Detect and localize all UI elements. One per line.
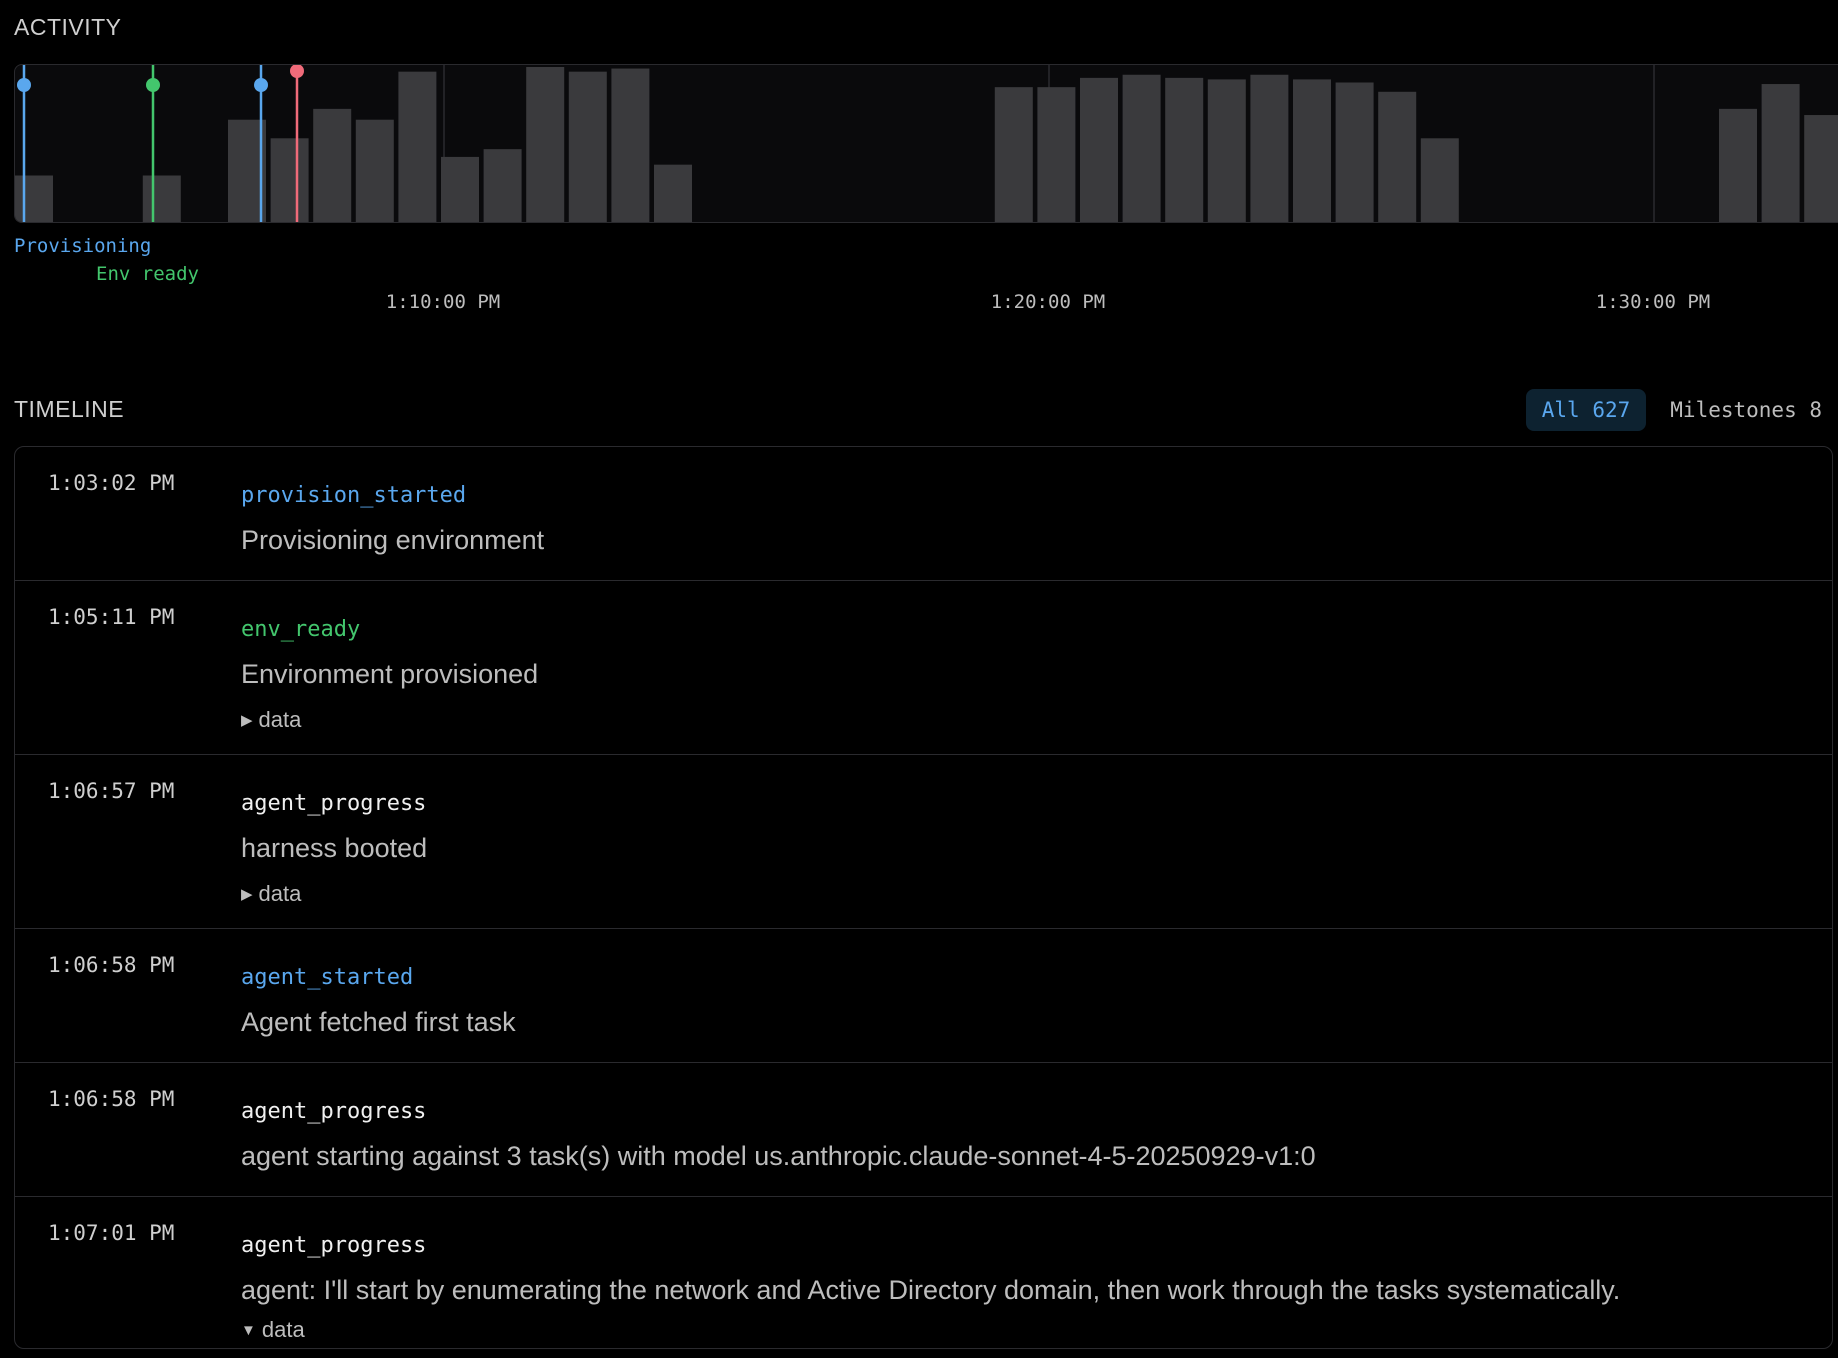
- marker-env-ready-dot[interactable]: [146, 78, 160, 92]
- event-message: agent: I'll start by enumerating the net…: [241, 1275, 1621, 1305]
- data-toggle-label: data: [258, 881, 302, 906]
- activity-bar[interactable]: [1420, 138, 1459, 222]
- event-time: 1:06:58 PM: [48, 953, 175, 977]
- data-toggle-label: data: [261, 1317, 305, 1342]
- activity-bar[interactable]: [313, 108, 352, 222]
- x-tick-label: 1:30:00 PM: [1595, 291, 1711, 313]
- x-tick-label: 1:20:00 PM: [990, 291, 1106, 313]
- activity-bar[interactable]: [1250, 74, 1289, 222]
- data-toggle[interactable]: ▼ data: [241, 1317, 305, 1343]
- activity-bar[interactable]: [1761, 84, 1800, 222]
- timeline-heading: TIMELINE: [14, 396, 125, 422]
- timeline-row[interactable]: 1:06:58 PM agent_started Agent fetched f…: [15, 929, 1832, 1063]
- event-type: agent_progress: [241, 791, 427, 816]
- timeline-row[interactable]: 1:06:57 PM agent_progress harness booted…: [15, 755, 1832, 929]
- event-message: Provisioning environment: [241, 525, 545, 555]
- data-toggle[interactable]: ▶ data: [241, 707, 301, 733]
- event-message: harness booted: [241, 833, 428, 863]
- event-time: 1:03:02 PM: [48, 471, 175, 495]
- activity-bar[interactable]: [355, 119, 394, 222]
- data-toggle-label: data: [258, 707, 302, 732]
- caret-down-icon: ▼: [241, 1322, 256, 1339]
- marker-agent-started-dot[interactable]: [254, 78, 268, 92]
- activity-bar[interactable]: [1122, 74, 1161, 222]
- activity-bar[interactable]: [1080, 77, 1118, 222]
- marker-error-dot[interactable]: [290, 65, 304, 78]
- filter-milestones-chip[interactable]: Milestones 8: [1654, 389, 1838, 431]
- event-type: agent_started: [241, 965, 414, 990]
- event-time: 1:07:01 PM: [48, 1221, 175, 1245]
- event-message: Agent fetched first task: [241, 1007, 516, 1037]
- activity-heading: ACTIVITY: [14, 14, 122, 40]
- activity-bar[interactable]: [1293, 79, 1331, 222]
- activity-bar[interactable]: [568, 71, 607, 222]
- timeline-row[interactable]: 1:06:58 PM agent_progress agent starting…: [15, 1063, 1832, 1197]
- activity-bar[interactable]: [654, 164, 692, 222]
- event-message: agent starting against 3 task(s) with mo…: [241, 1141, 1316, 1171]
- event-time: 1:06:57 PM: [48, 779, 175, 803]
- x-tick-label: 1:10:00 PM: [385, 291, 501, 313]
- activity-bar[interactable]: [526, 67, 565, 222]
- timeline-list: 1:03:02 PM provision_started Provisionin…: [14, 446, 1833, 1349]
- activity-bar[interactable]: [1335, 82, 1374, 223]
- activity-bar[interactable]: [1037, 87, 1076, 222]
- marker-label-provisioning: Provisioning: [14, 235, 152, 257]
- activity-bar[interactable]: [994, 87, 1033, 222]
- filter-all-chip[interactable]: All 627: [1525, 389, 1647, 431]
- caret-right-icon: ▶: [241, 712, 253, 729]
- activity-bar[interactable]: [1378, 91, 1417, 222]
- event-type: env_ready: [241, 617, 361, 642]
- event-type: agent_progress: [241, 1233, 427, 1258]
- activity-bar[interactable]: [611, 68, 650, 222]
- activity-bar[interactable]: [441, 156, 479, 222]
- event-type: agent_progress: [241, 1099, 427, 1124]
- activity-chart[interactable]: [14, 64, 1838, 223]
- marker-label-env-ready: Env ready: [96, 263, 199, 285]
- timeline-row[interactable]: 1:07:01 PM agent_progress agent: I'll st…: [15, 1197, 1832, 1348]
- activity-bar[interactable]: [1165, 77, 1204, 222]
- activity-bar[interactable]: [398, 71, 437, 222]
- activity-bar[interactable]: [270, 138, 309, 222]
- event-time: 1:06:58 PM: [48, 1087, 175, 1111]
- activity-bar[interactable]: [15, 175, 53, 223]
- activity-bar[interactable]: [483, 149, 522, 222]
- data-toggle[interactable]: ▶ data: [241, 881, 301, 907]
- event-type: provision_started: [241, 483, 467, 508]
- timeline-filters: All 627 Milestones 8: [1525, 389, 1838, 431]
- timeline-row[interactable]: 1:05:11 PM env_ready Environment provisi…: [15, 581, 1832, 755]
- caret-right-icon: ▶: [241, 886, 253, 903]
- activity-bar[interactable]: [1719, 108, 1757, 222]
- activity-bar[interactable]: [1207, 79, 1246, 222]
- activity-bar[interactable]: [142, 175, 181, 223]
- timeline-row[interactable]: 1:03:02 PM provision_started Provisionin…: [15, 447, 1832, 581]
- event-time: 1:05:11 PM: [48, 605, 175, 629]
- marker-provisioning-dot[interactable]: [17, 78, 31, 92]
- event-message: Environment provisioned: [241, 659, 539, 689]
- activity-bar[interactable]: [1804, 115, 1838, 222]
- activity-chart-svg: [15, 65, 1838, 223]
